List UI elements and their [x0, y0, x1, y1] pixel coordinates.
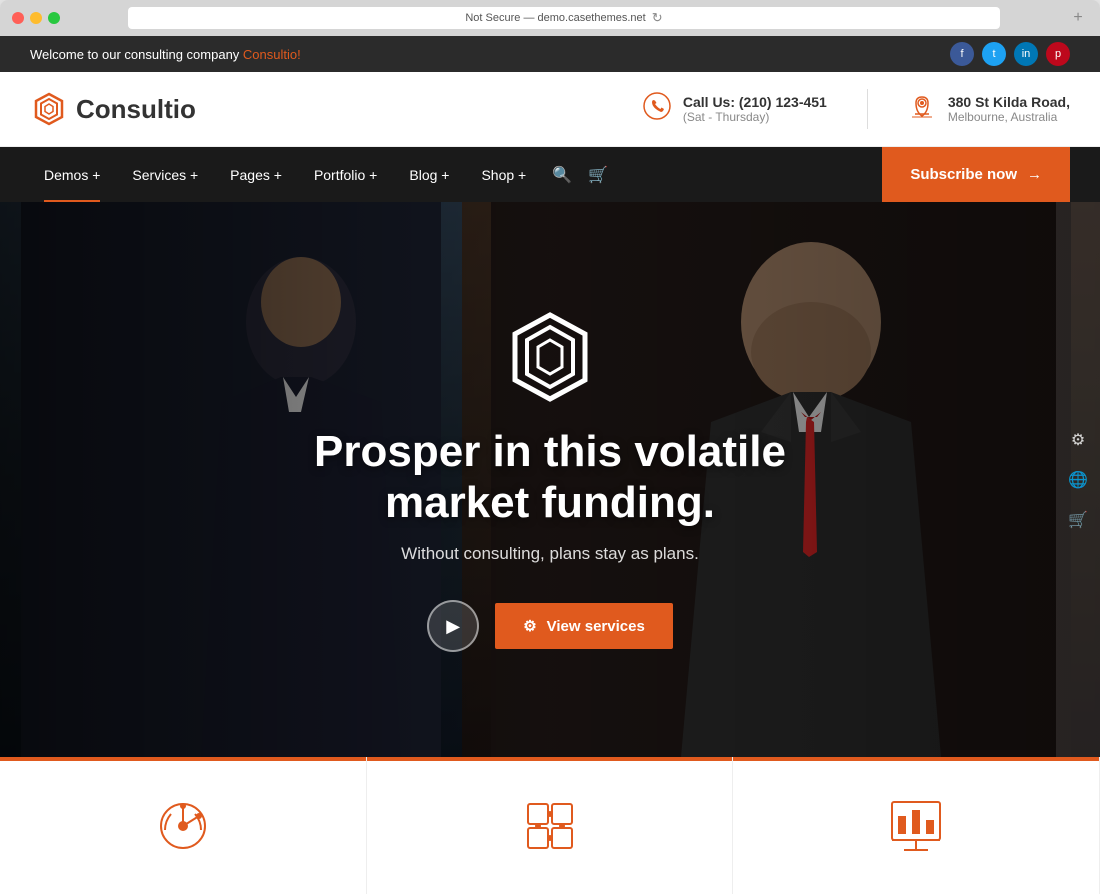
logo[interactable]: Consultio: [30, 90, 196, 128]
browser-window: Not Secure — demo.casethemes.net ↻ + Wel…: [0, 0, 1100, 894]
website-content: Welcome to our consulting company Consul…: [0, 36, 1100, 894]
nav-utility-icons: 🔍 🛒: [552, 165, 608, 185]
minimize-button[interactable]: [30, 12, 42, 24]
top-bar-message: Welcome to our consulting company Consul…: [30, 47, 301, 62]
address-line1: 380 St Kilda Road,: [948, 94, 1070, 110]
hero-action-buttons: ▶ ⚙ View services: [427, 600, 673, 652]
phone-icon: [643, 92, 671, 127]
subscribe-button[interactable]: Subscribe now →: [882, 147, 1070, 202]
feature-card-1[interactable]: [0, 757, 367, 894]
subscribe-label: Subscribe now: [910, 166, 1017, 183]
view-services-button[interactable]: ⚙ View services: [495, 603, 673, 649]
browser-titlebar: Not Secure — demo.casethemes.net ↻ +: [0, 0, 1100, 36]
nav-shop[interactable]: Shop +: [467, 147, 540, 202]
hero-title: Prosper in this volatilemarket funding.: [314, 427, 786, 528]
address-text: Not Secure — demo.casethemes.net: [465, 12, 645, 24]
logo-icon: [30, 90, 68, 128]
location-icon: [908, 92, 936, 127]
feature-card-2[interactable]: [367, 757, 734, 894]
main-navigation: Demos + Services + Pages + Portfolio + B…: [0, 147, 1100, 202]
nav-items: Demos + Services + Pages + Portfolio + B…: [30, 147, 608, 202]
nav-demos[interactable]: Demos +: [30, 147, 114, 202]
phone-contact: Call Us: (210) 123-451 (Sat - Thursday): [643, 92, 827, 127]
phone-info: Call Us: (210) 123-451 (Sat - Thursday): [683, 94, 827, 124]
welcome-text: Welcome to our consulting company: [30, 47, 243, 62]
brand-name: Consultio!: [243, 47, 301, 62]
linkedin-icon[interactable]: in: [1014, 42, 1038, 66]
address-line2: Melbourne, Australia: [948, 110, 1070, 124]
sidebar-floating-icons: ⚙ 🌐 🛒: [1056, 202, 1100, 757]
hero-subtitle: Without consulting, plans stay as plans.: [401, 544, 699, 564]
cart-sidebar-icon[interactable]: 🛒: [1068, 510, 1088, 530]
phone-number: Call Us: (210) 123-451: [683, 94, 827, 110]
facebook-icon[interactable]: f: [950, 42, 974, 66]
phone-hours: (Sat - Thursday): [683, 110, 827, 124]
nav-portfolio[interactable]: Portfolio +: [300, 147, 391, 202]
pinterest-icon[interactable]: p: [1046, 42, 1070, 66]
analytics-icon: [153, 796, 213, 856]
address-contact: 380 St Kilda Road, Melbourne, Australia: [908, 92, 1070, 127]
social-links: f t in p: [950, 42, 1070, 66]
gear-icon: ⚙: [523, 617, 536, 635]
view-services-label: View services: [547, 618, 645, 635]
chart-icon: [886, 796, 946, 856]
address-bar[interactable]: Not Secure — demo.casethemes.net ↻: [128, 7, 1000, 29]
maximize-button[interactable]: [48, 12, 60, 24]
new-tab-button[interactable]: +: [1068, 8, 1088, 28]
feature-cards: [0, 757, 1100, 894]
header-contact: Call Us: (210) 123-451 (Sat - Thursday): [643, 89, 1070, 129]
nav-pages[interactable]: Pages +: [216, 147, 296, 202]
globe-sidebar-icon[interactable]: 🌐: [1068, 470, 1088, 490]
twitter-icon[interactable]: t: [982, 42, 1006, 66]
reload-icon[interactable]: ↻: [652, 10, 663, 26]
close-button[interactable]: [12, 12, 24, 24]
hero-content: Prosper in this volatilemarket funding. …: [0, 202, 1100, 757]
hero-section: Prosper in this volatilemarket funding. …: [0, 202, 1100, 757]
settings-sidebar-icon[interactable]: ⚙: [1071, 430, 1085, 450]
logo-text: Consultio: [76, 94, 196, 125]
top-bar: Welcome to our consulting company Consul…: [0, 36, 1100, 72]
address-info: 380 St Kilda Road, Melbourne, Australia: [948, 94, 1070, 124]
hero-logo-icon: [500, 307, 600, 407]
cart-nav-icon[interactable]: 🛒: [588, 165, 608, 185]
search-icon[interactable]: 🔍: [552, 165, 572, 185]
subscribe-arrow: →: [1027, 166, 1042, 183]
feature-card-3[interactable]: [733, 757, 1100, 894]
puzzle-icon: [520, 796, 580, 856]
nav-blog[interactable]: Blog +: [395, 147, 463, 202]
traffic-lights: [12, 12, 60, 24]
nav-services[interactable]: Services +: [118, 147, 212, 202]
site-header: Consultio Call Us: (210) 123-451 (Sat - …: [0, 72, 1100, 147]
contact-divider: [867, 89, 868, 129]
play-button[interactable]: ▶: [427, 600, 479, 652]
